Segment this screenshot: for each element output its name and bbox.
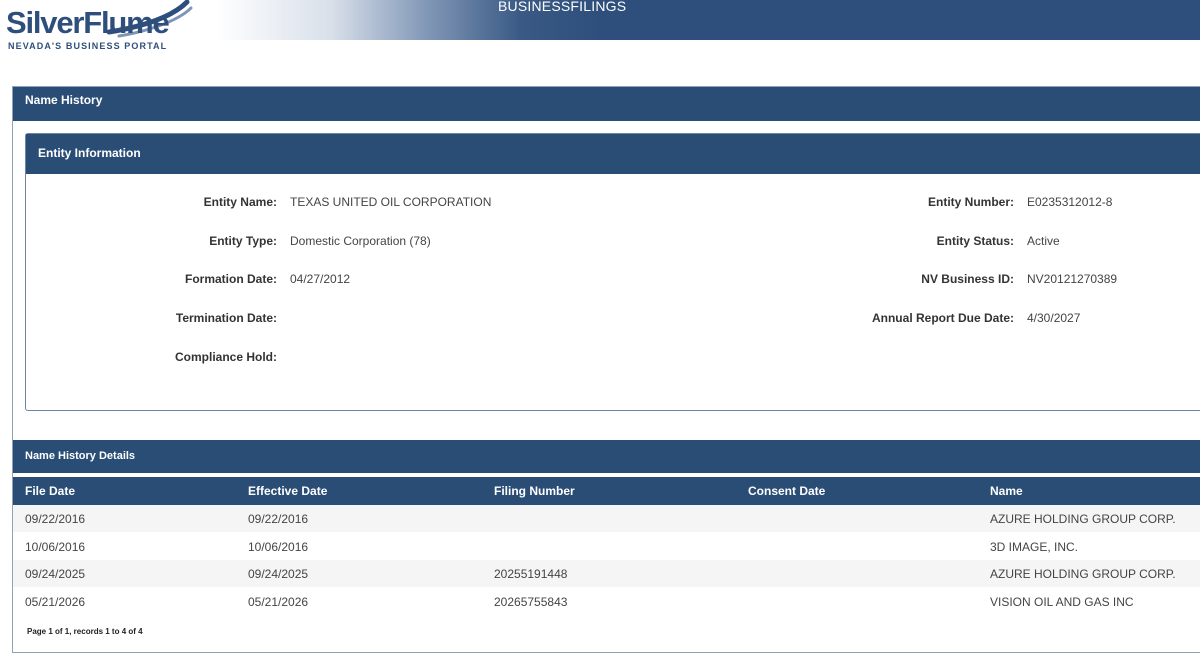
cell-file-date: 09/24/2025 — [25, 567, 86, 581]
panel-title: Name History — [13, 87, 1200, 121]
silverflume-logo[interactable]: SilverFlume NEVADA'S BUSINESS PORTAL — [4, 0, 214, 56]
field-label: Formation Date: — [184, 272, 277, 286]
column-header-effective-date[interactable]: Effective Date — [248, 484, 327, 498]
cell-effective-date: 09/24/2025 — [248, 567, 309, 581]
field-value: E0235312012-8 — [1027, 195, 1113, 209]
field-label: Entity Type: — [209, 234, 277, 248]
column-header-filing-number[interactable]: Filing Number — [494, 484, 575, 498]
cell-name: AZURE HOLDING GROUP CORP. — [990, 512, 1176, 526]
site-header: SilverFlume NEVADA'S BUSINESS PORTAL BUS… — [0, 0, 1200, 51]
cell-effective-date: 05/21/2026 — [248, 595, 309, 609]
cell-name: VISION OIL AND GAS INC — [990, 595, 1134, 609]
header-section-title[interactable]: BUSINESSFILINGS — [498, 0, 626, 14]
field-value: 04/27/2012 — [290, 272, 351, 286]
table-row: 10/06/2016 10/06/2016 3D IMAGE, INC. — [13, 533, 1200, 560]
column-header-name[interactable]: Name — [990, 484, 1023, 498]
field-label: Entity Status: — [936, 234, 1014, 248]
field-value: NV20121270389 — [1027, 272, 1118, 286]
name-history-details-title: Name History Details — [13, 440, 1200, 473]
cell-file-date: 10/06/2016 — [25, 540, 86, 554]
entity-information-box: Entity Information Entity Name: TEXAS UN… — [25, 133, 1200, 411]
pagination-summary: Page 1 of 1, records 1 to 4 of 4 — [27, 627, 143, 636]
logo-subtitle: NEVADA'S BUSINESS PORTAL — [8, 41, 168, 51]
field-value: Active — [1027, 234, 1060, 248]
cell-file-date: 09/22/2016 — [25, 512, 86, 526]
field-label: Entity Name: — [203, 195, 277, 209]
field-label: Compliance Hold: — [174, 350, 277, 364]
field-label: NV Business ID: — [921, 272, 1014, 286]
column-header-file-date[interactable]: File Date — [25, 484, 75, 498]
cell-effective-date: 10/06/2016 — [248, 540, 309, 554]
field-label: Annual Report Due Date: — [871, 311, 1014, 325]
column-header-consent-date[interactable]: Consent Date — [748, 484, 825, 498]
table-row: 05/21/2026 05/21/2026 20265755843 VISION… — [13, 588, 1200, 615]
cell-name: AZURE HOLDING GROUP CORP. — [990, 567, 1176, 581]
table-header: File Date Effective Date Filing Number C… — [13, 477, 1200, 505]
cell-file-date: 05/21/2026 — [25, 595, 86, 609]
logo-title: SilverFlume — [6, 5, 170, 40]
field-value: Domestic Corporation (78) — [290, 234, 431, 248]
table-row: 09/22/2016 09/22/2016 AZURE HOLDING GROU… — [13, 505, 1200, 532]
name-history-panel: Name History Entity Information Entity N… — [12, 86, 1200, 653]
cell-filing-number: 20255191448 — [494, 567, 568, 581]
field-value: 4/30/2027 — [1027, 311, 1081, 325]
cell-name: 3D IMAGE, INC. — [990, 540, 1079, 554]
field-label: Entity Number: — [927, 195, 1014, 209]
cell-filing-number: 20265755843 — [494, 595, 568, 609]
cell-effective-date: 09/22/2016 — [248, 512, 309, 526]
entity-info-title: Entity Information — [26, 134, 1200, 174]
field-label: Termination Date: — [175, 311, 277, 325]
table-row: 09/24/2025 09/24/2025 20255191448 AZURE … — [13, 560, 1200, 587]
field-value: TEXAS UNITED OIL CORPORATION — [290, 195, 492, 209]
